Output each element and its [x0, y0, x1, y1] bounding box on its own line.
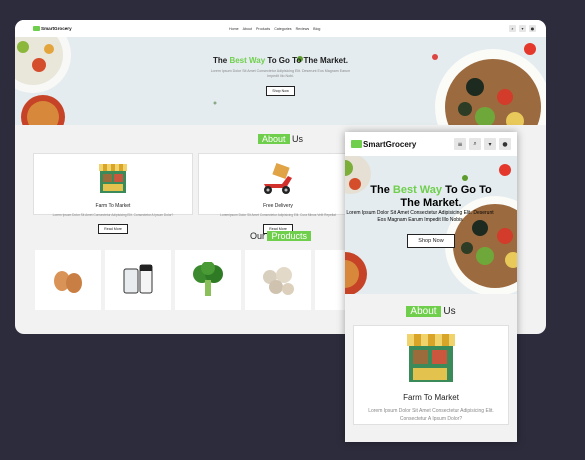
shop-now-button[interactable]: Shop Now	[407, 234, 455, 248]
shop-now-button[interactable]: Shop Now	[266, 86, 295, 96]
hero-title: The Best Way To Go To The Market.	[370, 184, 492, 209]
nav-menu: Home About Products Categories Reviews B…	[229, 20, 320, 37]
feature-card: Farm To Market Lorem Ipsum Dolor Sit Ame…	[353, 325, 509, 425]
market-stall-icon	[99, 164, 127, 193]
product-milk[interactable]	[105, 250, 171, 310]
mobile-navbar: SmartGrocery ≡ ⌕ ▾ ●	[345, 132, 517, 156]
about-heading: About Us	[345, 306, 517, 317]
hero-title: The Best Way To Go To The Market.	[213, 56, 348, 65]
broccoli-image	[193, 262, 223, 296]
mushrooms-image	[263, 267, 294, 295]
read-more-button[interactable]: Read More	[98, 224, 128, 234]
nav-about[interactable]: About	[243, 27, 252, 31]
nav-products[interactable]: Products	[256, 27, 270, 31]
cart-logo-icon	[33, 26, 40, 31]
user-icon[interactable]: ●	[499, 138, 511, 150]
milk-image	[123, 264, 153, 294]
delivery-scooter-icon	[264, 162, 292, 194]
feature-text: Loremipsum Dolor Sit Amet Consectetur Ad…	[220, 213, 336, 217]
mobile-hero: The Best Way To Go To The Market. Lorem …	[345, 156, 517, 294]
feature-title: Farm To Market	[403, 393, 459, 402]
hero-banner: The Best Way To Go To The Market. Lorem …	[15, 37, 546, 125]
feature-text: Lorem Ipsum Dolor Sit Amet Consectetur A…	[368, 408, 494, 422]
nav-categories[interactable]: Categories	[274, 27, 291, 31]
search-icon[interactable]: ⌕	[509, 25, 516, 32]
cart-icon[interactable]: ▾	[484, 138, 496, 150]
product-mushrooms[interactable]	[245, 250, 311, 310]
user-icon[interactable]: ●	[529, 25, 536, 32]
menu-icon[interactable]: ≡	[454, 138, 466, 150]
market-stall-icon	[407, 334, 455, 382]
nav-reviews[interactable]: Reviews	[296, 27, 310, 31]
nav-blog[interactable]: Blog	[313, 27, 320, 31]
eggs-image	[54, 271, 82, 293]
feature-title: Farm To Market	[95, 203, 131, 209]
nav-home[interactable]: Home	[229, 27, 239, 31]
feature-text: Lorem Ipsum Dolor Sit Amet Consectetur A…	[52, 213, 174, 217]
mobile-mockup: SmartGrocery ≡ ⌕ ▾ ● The Best Way To Go …	[345, 132, 517, 442]
product-eggs[interactable]	[35, 250, 101, 310]
product-broccoli[interactable]	[175, 250, 241, 310]
feature-card: Farm To Market Lorem Ipsum Dolor Sit Ame…	[33, 153, 193, 234]
cart-logo-icon	[351, 140, 362, 148]
navbar: SmartGrocery Home About Products Categor…	[15, 20, 546, 37]
brand-logo[interactable]: SmartGrocery	[351, 140, 416, 149]
search-icon[interactable]: ⌕	[469, 138, 481, 150]
feature-card: Free Delivery Loremipsum Dolor Sit Amet …	[198, 153, 358, 234]
brand-logo[interactable]: SmartGrocery	[33, 26, 72, 31]
cart-icon[interactable]: ▾	[519, 25, 526, 32]
hero-text: Lorem Ipsum Dolor Sit Amet Consectetur A…	[210, 69, 351, 78]
feature-title: Free Delivery	[263, 203, 293, 209]
hero-text: Lorem Ipsum Dolor Sit Amet Consectetur A…	[346, 210, 494, 223]
